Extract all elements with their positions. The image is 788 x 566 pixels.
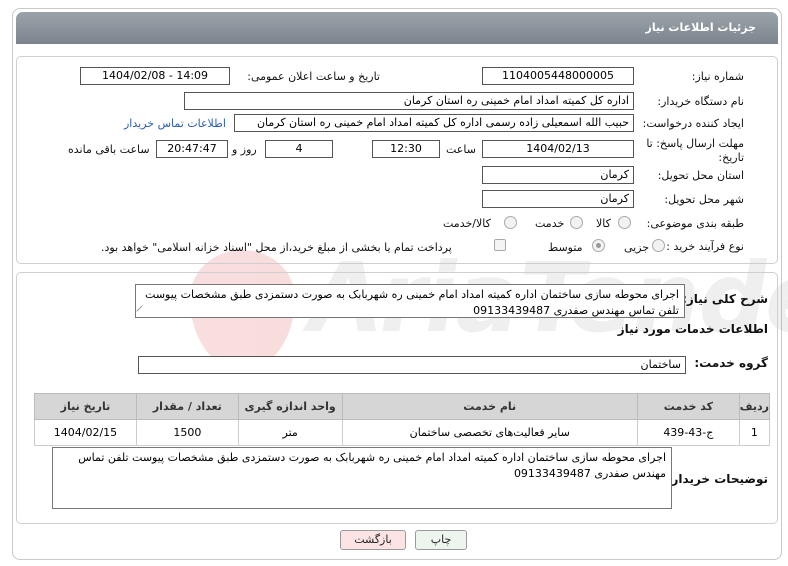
resize-grip-icon[interactable]	[136, 305, 148, 317]
back-button[interactable]: بازگشت	[340, 530, 406, 550]
requester-label: ایجاد کننده درخواست:	[642, 117, 744, 130]
summary-text: اجرای محوطه سازی ساختمان اداره کمیته امد…	[145, 288, 679, 317]
deadline-date-field[interactable]: 1404/02/13	[482, 140, 634, 158]
category-goods-service-label: کالا/خدمت	[443, 217, 491, 230]
services-table: ردیف کد خدمت نام خدمت واحد اندازه گیری ت…	[34, 393, 771, 446]
purchase-medium-radio[interactable]	[592, 239, 605, 252]
service-group-field[interactable]: ساختمان	[138, 356, 686, 374]
deadline-label-line1: مهلت ارسال پاسخ: تا	[646, 137, 744, 150]
category-service-radio[interactable]	[570, 216, 583, 229]
province-field[interactable]: کرمان	[482, 166, 634, 184]
category-label: طبقه بندی موضوعی:	[646, 217, 744, 230]
category-goods-label: کالا	[596, 217, 611, 230]
cell-service-name: سایر فعالیت‌های تخصصی ساختمان	[341, 419, 638, 446]
col-header-date: تاریخ نیاز	[34, 393, 137, 420]
buyer-org-field[interactable]: اداره کل کمیته امداد امام خمینی ره استان…	[184, 92, 634, 110]
category-goods-radio[interactable]	[618, 216, 631, 229]
service-group-label: گروه خدمت:	[694, 356, 768, 370]
cell-row-number: 1	[738, 419, 771, 446]
days-label: روز و	[232, 143, 257, 156]
col-header-name: نام خدمت	[341, 393, 638, 420]
payment-note: پرداخت تمام یا بخشی از مبلغ خرید،از محل …	[101, 241, 452, 254]
services-title: اطلاعات خدمات مورد نیاز	[617, 322, 768, 336]
purchase-medium-label: متوسط	[548, 241, 583, 254]
page-header: جزئیات اطلاعات نیاز	[16, 12, 778, 44]
cell-quantity: 1500	[135, 419, 239, 446]
page-title: جزئیات اطلاعات نیاز	[645, 21, 757, 34]
need-number-label: شماره نیاز:	[691, 70, 744, 83]
cell-unit: متر	[237, 419, 343, 446]
purchase-minor-radio[interactable]	[652, 239, 665, 252]
need-number-field[interactable]: 1104005448000005	[482, 67, 634, 85]
table-row: 1 ج-43-439 سایر فعالیت‌های تخصصی ساختمان…	[34, 419, 771, 446]
cell-need-date: 1404/02/15	[34, 419, 137, 446]
city-field[interactable]: کرمان	[482, 190, 634, 208]
buyer-notes-text: اجرای محوطه سازی ساختمان اداره کمیته امد…	[78, 451, 666, 480]
need-info-panel	[16, 56, 778, 264]
buyer-notes-textarea[interactable]: اجرای محوطه سازی ساختمان اداره کمیته امد…	[52, 447, 672, 509]
deadline-time-field[interactable]: 12:30	[372, 140, 440, 158]
requester-field[interactable]: حبیب الله اسمعیلی زاده رسمی اداره کل کمی…	[234, 114, 634, 132]
remaining-label: ساعت باقی مانده	[68, 143, 150, 156]
announce-label: تاریخ و ساعت اعلان عمومی:	[247, 70, 380, 83]
buyer-contact-link[interactable]: اطلاعات تماس خریدار	[124, 117, 226, 130]
col-header-qty: تعداد / مقدار	[135, 393, 239, 420]
summary-textarea[interactable]: اجرای محوطه سازی ساختمان اداره کمیته امد…	[135, 284, 685, 318]
province-label: استان محل تحویل:	[657, 169, 744, 182]
buyer-notes-label: توضیحات خریدار:	[666, 472, 768, 486]
category-goods-service-radio[interactable]	[504, 216, 517, 229]
treasury-checkbox[interactable]	[494, 239, 506, 251]
deadline-label-line2: تاریخ:	[718, 151, 744, 164]
print-button[interactable]: چاپ	[415, 530, 467, 550]
cell-service-code: ج-43-439	[636, 419, 740, 446]
deadline-time-label: ساعت	[446, 143, 476, 156]
summary-label: شرح کلی نیاز:	[682, 292, 768, 306]
purchase-minor-label: جزیی	[624, 241, 650, 254]
col-header-row: ردیف	[738, 393, 771, 420]
purchase-type-label: نوع فرآیند خرید :	[666, 240, 744, 253]
col-header-unit: واحد اندازه گیری	[237, 393, 343, 420]
remaining-time-field[interactable]: 20:47:47	[156, 140, 228, 158]
announce-field[interactable]: 1404/02/08 - 14:09	[80, 67, 230, 85]
col-header-code: کد خدمت	[636, 393, 740, 420]
days-field[interactable]: 4	[265, 140, 333, 158]
buyer-org-label: نام دستگاه خریدار:	[657, 95, 744, 108]
city-label: شهر محل تحویل:	[664, 193, 744, 206]
category-service-label: خدمت	[535, 217, 565, 230]
